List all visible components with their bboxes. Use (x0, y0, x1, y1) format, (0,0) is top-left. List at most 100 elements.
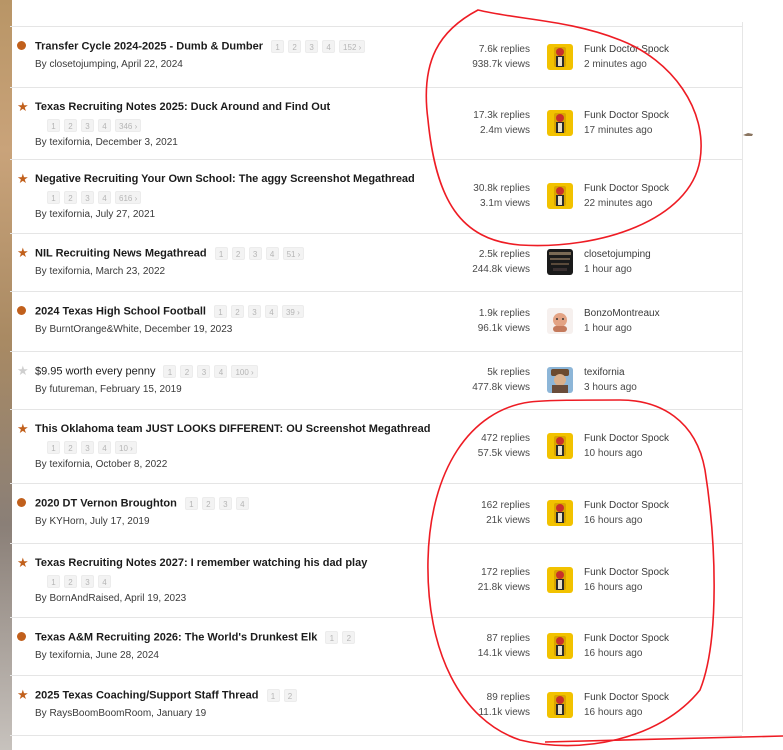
last-poster-name[interactable]: Funk Doctor Spock (584, 565, 669, 580)
page-link[interactable]: 2 (64, 575, 77, 589)
last-poster-avatar[interactable] (547, 183, 573, 209)
last-poster-name[interactable]: Funk Doctor Spock (584, 690, 669, 705)
last-poster-avatar[interactable] (547, 633, 573, 659)
topic-title-link[interactable]: This Oklahoma team JUST LOOKS DIFFERENT:… (35, 423, 430, 435)
topic-row[interactable]: ★ 2025 Texas Coaching/Support Staff Threa… (10, 676, 742, 736)
page-link[interactable]: 2 (288, 40, 302, 53)
page-link[interactable]: 3 (305, 40, 319, 53)
page-link[interactable]: 4 (214, 365, 228, 378)
last-post-time[interactable]: 10 hours ago (584, 446, 669, 461)
page-link[interactable]: 2 (283, 689, 297, 702)
page-link[interactable]: 616 › (115, 191, 142, 205)
last-post-time[interactable]: 1 hour ago (584, 262, 651, 277)
page-link[interactable]: 4 (98, 441, 111, 455)
page-link[interactable]: 2 (201, 497, 215, 510)
topic-row[interactable]: ★ NIL Recruiting News Megathread 1 2 3 4 51 › B… (10, 234, 742, 292)
topic-row[interactable]: ★ Texas Recruiting Notes 2025: Duck Aroun… (10, 88, 742, 160)
page-link[interactable]: 2 (64, 191, 77, 205)
topic-row[interactable]: ★ This Oklahoma team JUST LOOKS DIFFERENT… (10, 410, 742, 484)
topic-title-link[interactable]: Texas Recruiting Notes 2027: I remember … (35, 557, 367, 569)
topic-title-link[interactable]: Texas Recruiting Notes 2025: Duck Around… (35, 101, 330, 113)
page-link[interactable]: 1 (47, 575, 60, 589)
last-post-time[interactable]: 16 hours ago (584, 580, 669, 595)
page-link[interactable]: 10 › (115, 441, 137, 455)
topic-title-link[interactable]: NIL Recruiting News Megathread 1 2 3 4 51 › (35, 247, 308, 260)
last-post-time[interactable]: 1 hour ago (584, 321, 660, 336)
page-link[interactable]: 4 (98, 119, 111, 133)
page-link[interactable]: 2 (180, 365, 194, 378)
page-link[interactable]: 3 (81, 191, 94, 205)
last-poster-avatar[interactable] (547, 249, 573, 275)
last-poster-avatar[interactable] (547, 500, 573, 526)
topic-row[interactable]: ★ Negative Recruiting Your Own School: Th… (10, 160, 742, 234)
page-link[interactable]: 346 › (115, 119, 142, 133)
page-link[interactable]: 100 › (231, 365, 258, 378)
last-post-time[interactable]: 16 hours ago (584, 513, 669, 528)
last-post-time[interactable]: 17 minutes ago (584, 123, 669, 138)
page-link[interactable]: 3 (248, 247, 262, 260)
page-link[interactable]: 152 › (339, 40, 366, 53)
topic-title-link[interactable]: $9.95 worth every penny 1 2 3 4 100 › (35, 365, 262, 378)
topic-row[interactable]: ★ $9.95 worth every penny 1 2 3 4 100 › By futu… (10, 352, 742, 410)
last-poster-name[interactable]: Funk Doctor Spock (584, 108, 669, 123)
last-poster-name[interactable]: Funk Doctor Spock (584, 42, 669, 57)
topic-row[interactable]: 2020 DT Vernon Broughton 1 2 3 4 By KYHorn, J… (10, 484, 742, 544)
topic-title-link[interactable]: 2025 Texas Coaching/Support Staff Thread… (35, 689, 301, 702)
page-link[interactable]: 51 › (282, 247, 305, 260)
page-link[interactable]: 1 (266, 689, 280, 702)
last-post-time[interactable]: 2 minutes ago (584, 57, 669, 72)
last-poster-name[interactable]: Funk Doctor Spock (584, 498, 669, 513)
last-poster-avatar[interactable] (547, 44, 573, 70)
topic-title-link[interactable]: Transfer Cycle 2024-2025 - Dumb & Dumber… (35, 40, 369, 53)
page-link[interactable]: 4 (98, 191, 111, 205)
page-link[interactable]: 2 (230, 305, 244, 318)
topic-row[interactable]: Transfer Cycle 2024-2025 - Dumb & Dumber… (10, 27, 742, 88)
last-post-time[interactable]: 3 hours ago (584, 380, 637, 395)
page-link[interactable]: 4 (98, 575, 111, 589)
page-link[interactable]: 1 (214, 247, 228, 260)
last-poster-name[interactable]: closetojumping (584, 247, 651, 262)
page-link[interactable]: 2 (64, 441, 77, 455)
last-poster-avatar[interactable] (547, 308, 573, 334)
topic-row[interactable]: 2024 Texas High School Football 1 2 3 4 39 › B… (10, 292, 742, 352)
page-link[interactable]: 39 › (281, 305, 304, 318)
page-link[interactable]: 3 (218, 497, 232, 510)
last-poster-name[interactable]: BonzoMontreaux (584, 306, 660, 321)
page-link[interactable]: 3 (81, 575, 94, 589)
page-link[interactable]: 1 (271, 40, 285, 53)
page-link[interactable]: 3 (247, 305, 261, 318)
last-poster-avatar[interactable] (547, 692, 573, 718)
last-post-time[interactable]: 16 hours ago (584, 646, 669, 661)
page-link[interactable]: 2 (231, 247, 245, 260)
page-link[interactable]: 3 (81, 441, 94, 455)
page-link[interactable]: 4 (322, 40, 336, 53)
page-link[interactable]: 4 (265, 247, 279, 260)
last-poster-name[interactable]: Funk Doctor Spock (584, 181, 669, 196)
topic-title-link[interactable]: Texas A&M Recruiting 2026: The World's D… (35, 631, 359, 644)
page-link[interactable]: 1 (47, 119, 60, 133)
topic-row[interactable]: ★ Texas Recruiting Notes 2027: I remember… (10, 544, 742, 618)
page-link[interactable]: 1 (47, 441, 60, 455)
topic-title-link[interactable]: 2024 Texas High School Football 1 2 3 4 39 › (35, 305, 308, 318)
last-poster-name[interactable]: Funk Doctor Spock (584, 431, 669, 446)
last-post-time[interactable]: 16 hours ago (584, 705, 669, 720)
page-link[interactable]: 1 (47, 191, 60, 205)
last-poster-avatar[interactable] (547, 567, 573, 593)
topic-title-link[interactable]: Negative Recruiting Your Own School: The… (35, 173, 415, 185)
topic-title-link[interactable]: 2020 DT Vernon Broughton 1 2 3 4 (35, 497, 253, 510)
page-link[interactable]: 4 (235, 497, 249, 510)
page-link[interactable]: 4 (264, 305, 278, 318)
page-link[interactable]: 2 (64, 119, 77, 133)
last-poster-avatar[interactable] (547, 110, 573, 136)
last-poster-avatar[interactable] (547, 367, 573, 393)
last-post-time[interactable]: 22 minutes ago (584, 196, 669, 211)
page-link[interactable]: 1 (184, 497, 198, 510)
page-link[interactable]: 1 (325, 631, 339, 644)
page-link[interactable]: 1 (163, 365, 177, 378)
last-poster-avatar[interactable] (547, 433, 573, 459)
topic-row[interactable]: Texas A&M Recruiting 2026: The World's D… (10, 618, 742, 676)
page-link[interactable]: 3 (81, 119, 94, 133)
page-link[interactable]: 3 (197, 365, 211, 378)
page-link[interactable]: 2 (342, 631, 356, 644)
last-poster-name[interactable]: texifornia (584, 365, 637, 380)
